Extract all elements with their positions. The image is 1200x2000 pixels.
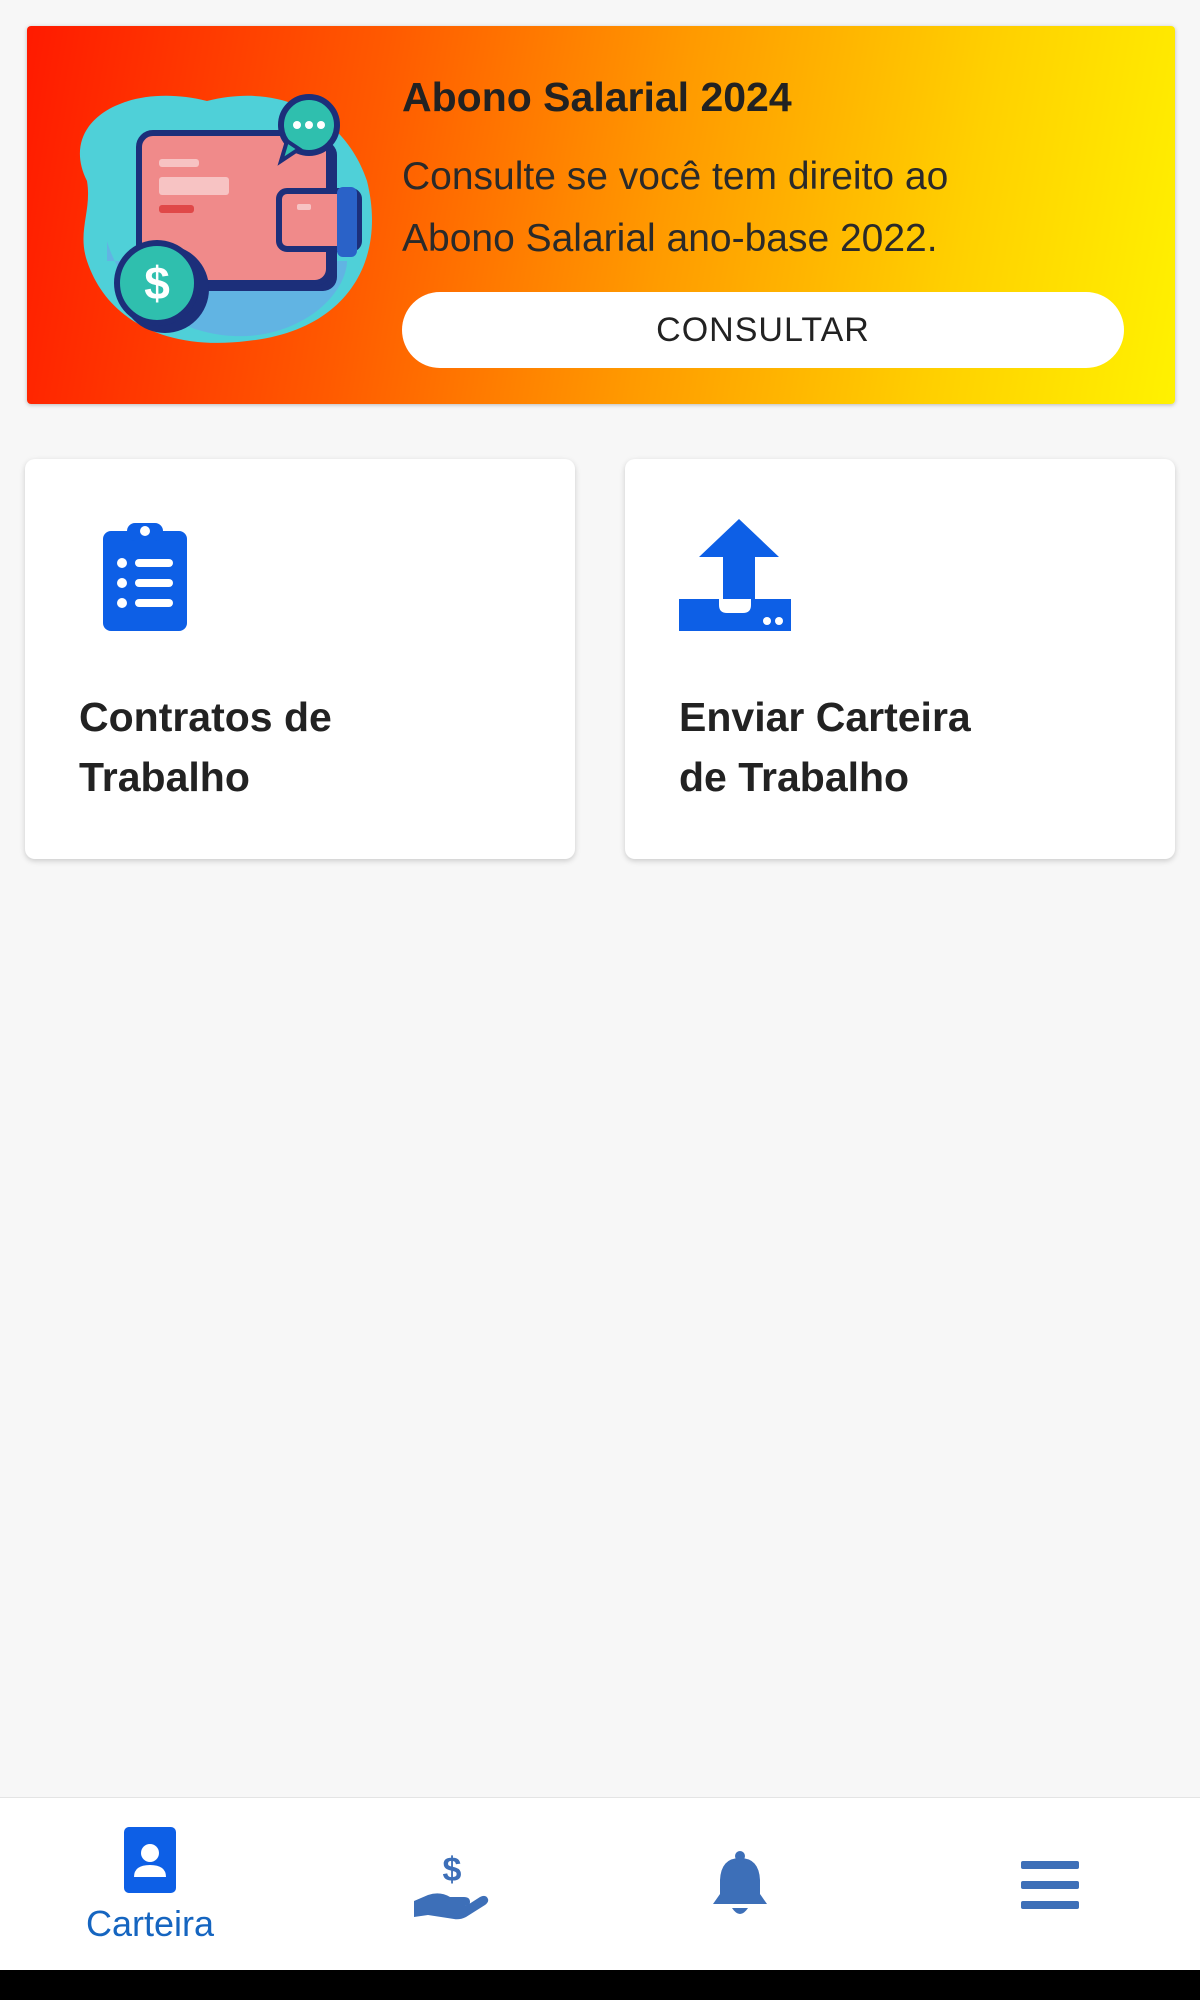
nav-item-notificacoes[interactable] <box>650 1798 830 1971</box>
contratos-label: Contratos de Trabalho <box>79 694 332 800</box>
consultar-button[interactable]: CONSULTAR <box>402 292 1124 368</box>
menu-icon <box>1021 1860 1079 1909</box>
system-navigation-bar <box>0 1970 1200 2000</box>
nav-item-carteira[interactable]: Carteira <box>60 1798 240 1971</box>
bottom-navigation: Carteira $ <box>0 1797 1200 1970</box>
clipboard-list-icon <box>103 523 187 631</box>
id-card-icon <box>124 1826 176 1893</box>
contratos-card[interactable]: Contratos de Trabalho <box>25 459 575 859</box>
abono-banner: $ Abono Salarial 2024 Consulte se você t… <box>27 26 1175 404</box>
banner-title: Abono Salarial 2024 <box>402 74 792 120</box>
bell-icon <box>713 1850 767 1914</box>
nav-item-menu[interactable] <box>960 1798 1140 1971</box>
banner-description: Consulte se você tem direito ao Abono Sa… <box>402 155 949 260</box>
enviar-carteira-label: Enviar Carteira de Trabalho <box>679 694 971 800</box>
nav-label-carteira: Carteira <box>85 1902 215 1944</box>
nav-item-beneficios[interactable]: $ <box>360 1798 540 1971</box>
hand-dollar-icon: $ <box>414 1851 489 1919</box>
enviar-carteira-card[interactable]: Enviar Carteira de Trabalho <box>625 459 1175 859</box>
svg-text:$: $ <box>144 257 170 309</box>
upload-tray-icon <box>679 519 791 631</box>
svg-text:$: $ <box>443 1851 462 1889</box>
wallet-illustration-icon: $ <box>79 94 372 343</box>
